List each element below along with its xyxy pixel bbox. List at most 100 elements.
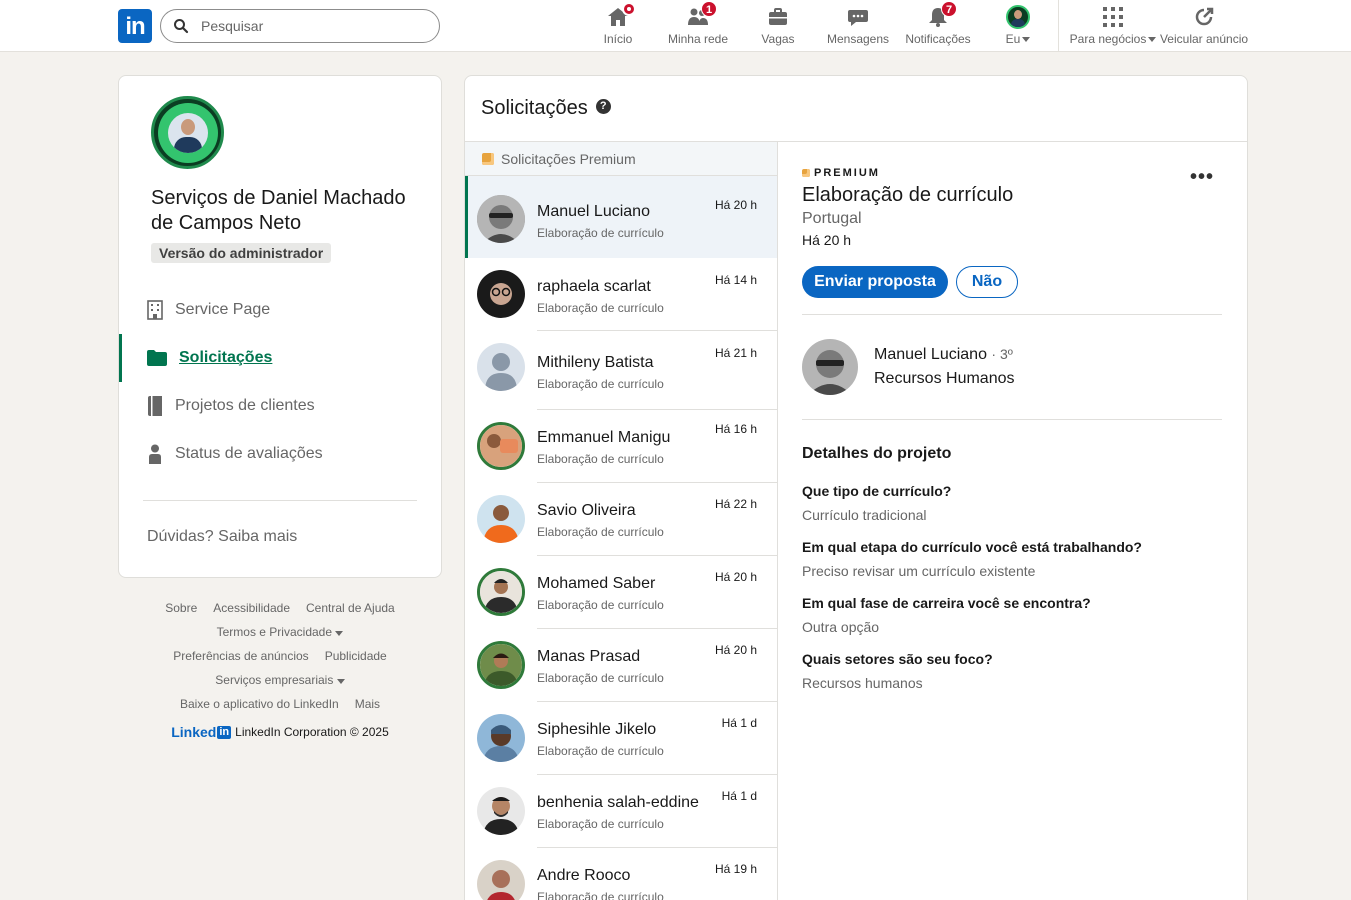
footer-link-accessibility[interactable]: Acessibilidade: [213, 598, 290, 618]
list-item[interactable]: raphaela scarlat Elaboração de currículo…: [465, 258, 777, 331]
request-name: Andre Rooco: [537, 867, 631, 884]
nav-advertise-label: Veicular anúncio: [1159, 32, 1249, 46]
avatar: [477, 714, 525, 762]
footer-link-ad-preferences[interactable]: Preferências de anúncios: [173, 646, 308, 666]
search-icon: [174, 19, 189, 34]
list-item[interactable]: Emmanuel Manigu Elaboração de currículo …: [465, 410, 777, 483]
nav-network[interactable]: 1 Minha rede: [666, 1, 730, 48]
sidebar-item-label: Projetos de clientes: [175, 397, 315, 414]
footer-link-about[interactable]: Sobre: [165, 598, 197, 618]
footer-link-help-center[interactable]: Central de Ajuda: [306, 598, 395, 618]
nav-me[interactable]: Eu: [1000, 4, 1036, 48]
nav-home[interactable]: Início: [598, 2, 638, 48]
nav-jobs[interactable]: Vagas: [758, 4, 798, 48]
list-item[interactable]: Manas Prasad Elaboração de currículo Há …: [465, 629, 777, 702]
list-item[interactable]: Andre Rooco Elaboração de currículo Há 1…: [465, 848, 777, 900]
list-item[interactable]: Manuel Luciano Elaboração de currículo H…: [465, 176, 777, 258]
help-link[interactable]: Dúvidas? Saiba mais: [147, 528, 297, 546]
request-service: Elaboração de currículo: [537, 817, 664, 831]
wordmark-in: in: [217, 725, 232, 739]
nav-business[interactable]: Para negócios: [1070, 4, 1157, 48]
company-logo[interactable]: [151, 96, 224, 169]
request-time: Há 20 h: [714, 198, 757, 212]
request-name: Emmanuel Manigu: [537, 429, 671, 446]
question-text: Quais setores são seu foco?: [802, 651, 993, 667]
footer-link-business-services[interactable]: Serviços empresariais: [215, 670, 345, 690]
briefcase-icon: [765, 4, 791, 30]
nav-me-text: Eu: [1005, 32, 1021, 46]
request-service: Elaboração de currículo: [537, 598, 664, 612]
footer-link-terms[interactable]: Termos e Privacidade: [217, 622, 344, 642]
question-text: Em qual etapa do currículo você está tra…: [802, 539, 1142, 555]
request-time: Há 1 d: [721, 789, 757, 803]
nav-business-label: Para negócios: [1070, 32, 1157, 46]
project-question: Em qual fase de carreira você se encontr…: [802, 595, 1222, 635]
footer-link-more[interactable]: Mais: [355, 694, 380, 714]
sidebar-item-review-status[interactable]: Status de avaliações: [119, 430, 441, 478]
request-name: Manas Prasad: [537, 648, 641, 665]
sidebar-menu: Service Page Solicitações Projetos de cl…: [119, 286, 441, 478]
list-item[interactable]: benhenia salah-eddine Elaboração de curr…: [465, 775, 777, 848]
list-item[interactable]: Mohamed Saber Elaboração de currículo Há…: [465, 556, 777, 629]
list-item[interactable]: Mithileny Batista Elaboração de currícul…: [465, 331, 777, 410]
more-options-icon[interactable]: •••: [1190, 166, 1214, 189]
chevron-down-icon: [1148, 36, 1157, 42]
request-time: Há 20 h: [802, 232, 852, 248]
request-location: Portugal: [802, 210, 862, 227]
avatar-icon: [1005, 4, 1031, 30]
chevron-down-icon: [1022, 36, 1031, 42]
sidebar-item-label: Service Page: [175, 301, 271, 318]
messaging-icon: [845, 4, 871, 30]
person-icon: [147, 444, 163, 464]
request-service: Elaboração de currículo: [537, 226, 664, 240]
footer-link-app[interactable]: Baixe o aplicativo do LinkedIn: [180, 694, 339, 714]
company-logo-ring: [157, 102, 218, 163]
search-bar[interactable]: [160, 9, 440, 43]
nav-messaging[interactable]: Mensagens: [826, 4, 890, 48]
list-item[interactable]: Siphesihle Jikelo Elaboração de currícul…: [465, 702, 777, 775]
sidebar-item-client-projects[interactable]: Projetos de clientes: [119, 382, 441, 430]
detail-divider: [802, 419, 1222, 420]
client-avatar[interactable]: [802, 339, 858, 395]
copyright-text: LinkedIn Corporation © 2025: [235, 725, 389, 739]
question-text: Em qual fase de carreira você se encontr…: [802, 595, 1091, 611]
premium-requests-header: Solicitações Premium: [465, 142, 777, 176]
answer-text: Recursos humanos: [802, 675, 923, 691]
nav-advertise[interactable]: Veicular anúncio: [1160, 4, 1248, 48]
requests-list: Solicitações Premium Manuel Luciano Elab…: [465, 142, 778, 900]
chevron-down-icon: [336, 679, 345, 684]
request-service: Elaboração de currículo: [537, 452, 664, 466]
client-role: Recursos Humanos: [874, 370, 1015, 387]
nav-notifications-label: Notificações: [905, 32, 971, 46]
avatar: [477, 787, 525, 835]
premium-label: PREMIUM: [802, 167, 880, 179]
request-time: Há 14 h: [714, 273, 757, 287]
avatar: [477, 270, 525, 318]
request-service: Elaboração de currículo: [537, 377, 664, 391]
request-name: raphaela scarlat: [537, 278, 651, 295]
request-time: Há 16 h: [714, 422, 757, 436]
company-name: Serviços de Daniel Machado de Campos Net…: [151, 187, 406, 234]
decline-button[interactable]: Não: [956, 266, 1018, 298]
sidebar-item-requests[interactable]: Solicitações: [119, 334, 441, 382]
list-item[interactable]: Savio Oliveira Elaboração de currículo H…: [465, 483, 777, 556]
footer-link-advertising[interactable]: Publicidade: [325, 646, 387, 666]
request-service: Elaboração de currículo: [537, 525, 664, 539]
linkedin-logo-icon[interactable]: in: [118, 9, 152, 43]
nav-notifications[interactable]: 7 Notificações: [904, 1, 972, 48]
avatar: [477, 860, 525, 900]
avatar: [477, 343, 525, 391]
help-icon[interactable]: ?: [595, 99, 611, 114]
request-time: Há 21 h: [714, 346, 757, 360]
request-time: Há 22 h: [714, 497, 757, 511]
service-page-card: Serviços de Daniel Machado de Campos Net…: [118, 75, 442, 578]
search-input[interactable]: [201, 18, 421, 34]
sidebar-item-service-page[interactable]: Service Page: [119, 286, 441, 334]
grid-icon: [1100, 4, 1126, 30]
top-nav: in Início 1 Minha rede Vagas Mensagens: [0, 0, 1351, 52]
client-name[interactable]: Manuel Luciano · 3º: [874, 346, 1013, 364]
send-proposal-button[interactable]: Enviar proposta: [802, 266, 948, 298]
network-icon: 1: [685, 1, 717, 30]
chevron-down-icon: [335, 631, 344, 636]
answer-text: Outra opção: [802, 619, 880, 635]
